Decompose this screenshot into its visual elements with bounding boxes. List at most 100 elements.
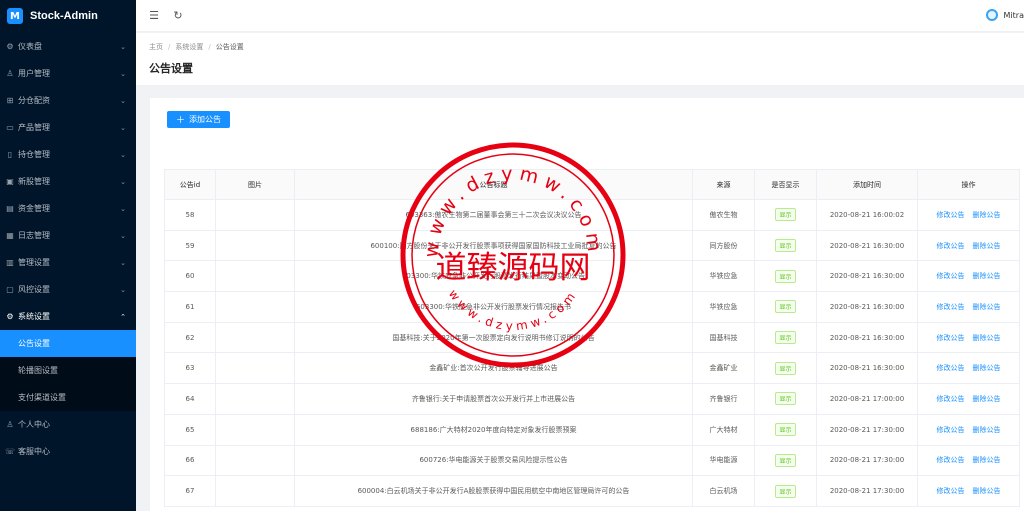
edit-announcement-link[interactable]: 修改公告 [937, 303, 965, 311]
cell-source: 金鑫矿业 [692, 352, 755, 385]
menu-fold-icon[interactable]: ☰ [148, 9, 160, 22]
cell-show: 显示 [754, 260, 817, 293]
cell-image [215, 229, 295, 262]
cell-source: 同方股份 [692, 229, 755, 262]
sidebar-menu: ⚙ 仪表盘 ⌄ ♙ 用户管理 ⌄ ⊞ 分仓配资 ⌄ ▭ 产品管理 ⌄ ▯ 持仓管理 ⌄ ▣ 新股管理 ⌄ ▤ 资金管理… [0, 33, 136, 465]
page-title: 公告设置 [149, 62, 193, 75]
logo-icon: M [7, 8, 23, 24]
sidebar-item-label: 系统设置 [18, 312, 50, 321]
delete-announcement-link[interactable]: 删除公告 [973, 242, 1001, 250]
breadcrumb-home[interactable]: 主页 [149, 42, 163, 52]
status-badge: 显示 [775, 239, 796, 253]
edit-announcement-link[interactable]: 修改公告 [937, 364, 965, 372]
cell-source: 傲农生物 [692, 199, 755, 231]
cell-actions: 修改公告 删除公告 [917, 291, 1020, 323]
add-announcement-button[interactable]: ＋ 添加公告 [167, 111, 230, 128]
sidebar-item-stock[interactable]: ▣ 新股管理 ⌄ [0, 168, 136, 195]
edit-announcement-link[interactable]: 修改公告 [937, 272, 965, 280]
delete-announcement-link[interactable]: 删除公告 [973, 303, 1001, 311]
cell-id: 64 [164, 383, 216, 415]
table-row: 63 金鑫矿业:首次公开发行股票辅导进展公告 金鑫矿业 显示 2020-08-21 16… [164, 352, 1020, 385]
sidebar-item-label: 仪表盘 [18, 42, 42, 51]
position-icon: ▯ [7, 150, 13, 159]
cell-title: 600726:华电能源关于股票交易风险提示性公告 [294, 444, 693, 477]
cell-actions: 修改公告 删除公告 [917, 321, 1020, 354]
cell-time: 2020-08-21 17:30:00 [816, 475, 918, 507]
sidebar-item-org[interactable]: ⊞ 分仓配资 ⌄ [0, 87, 136, 114]
status-badge: 显示 [775, 453, 796, 467]
sidebar-item-risk[interactable]: ▢ 风控设置 ⌄ [0, 276, 136, 303]
sidebar-item-position[interactable]: ▯ 持仓管理 ⌄ [0, 141, 136, 168]
delete-announcement-link[interactable]: 删除公告 [973, 334, 1001, 342]
sidebar-item-money[interactable]: ▤ 资金管理 ⌄ [0, 195, 136, 222]
submenu-item[interactable]: 轮播图设置 [0, 357, 136, 384]
table-row: 66 600726:华电能源关于股票交易风险提示性公告 华电能源 显示 2020-08-… [164, 444, 1020, 477]
chevron-up-icon: ⌃ [120, 312, 126, 321]
user-menu[interactable]: Mitra [985, 9, 1024, 21]
sidebar-item-user-group[interactable]: ♙ 用户管理 ⌄ [0, 60, 136, 87]
refresh-icon[interactable]: ↻ [172, 9, 184, 22]
plus-icon: ＋ [175, 116, 185, 126]
status-badge: 显示 [775, 269, 796, 283]
status-badge: 显示 [775, 423, 796, 437]
cell-image [215, 383, 295, 415]
edit-announcement-link[interactable]: 修改公告 [937, 242, 965, 250]
edit-announcement-link[interactable]: 修改公告 [937, 395, 965, 403]
delete-announcement-link[interactable]: 删除公告 [973, 456, 1001, 464]
delete-announcement-link[interactable]: 删除公告 [973, 426, 1001, 434]
cell-time: 2020-08-21 16:30:00 [816, 260, 918, 293]
delete-announcement-link[interactable]: 删除公告 [973, 272, 1001, 280]
cell-time: 2020-08-21 17:30:00 [816, 444, 918, 477]
breadcrumb-current: 公告设置 [215, 43, 244, 51]
column-header: 是否显示 [754, 169, 817, 200]
table-row: 59 600100:同方股份关于非公开发行股票事项获得国家国防科技工业局批复的公告… [164, 229, 1020, 262]
breadcrumb-system[interactable]: 系统设置 [175, 42, 203, 52]
person-icon: ♙ [6, 420, 14, 429]
submenu-item[interactable]: 公告设置 [0, 330, 136, 357]
user-group-icon: ♙ [6, 69, 14, 78]
cell-show: 显示 [754, 383, 817, 415]
cell-show: 显示 [754, 229, 817, 262]
sidebar-item-label: 风控设置 [18, 285, 50, 294]
cell-title: 688186:广大特材2020年度向特定对象发行股票预案 [294, 413, 693, 446]
brand[interactable]: M Stock-Admin [0, 0, 136, 32]
delete-announcement-link[interactable]: 删除公告 [973, 395, 1001, 403]
table-row: 61 603300:华铁应急非公开发行股票发行情况报告书 华铁应急 显示 2020-08… [164, 291, 1020, 323]
sidebar-item-log[interactable]: ▦ 日志管理 ⌄ [0, 222, 136, 249]
table-row: 67 600004:白云机场关于非公开发行A股股票获得中国民用航空中南地区管理局许… [164, 475, 1020, 507]
cell-source: 华铁应急 [692, 260, 755, 293]
sidebar-item-person[interactable]: ♙ 个人中心 [0, 411, 136, 438]
cell-source: 国基科技 [692, 321, 755, 354]
avatar [985, 9, 998, 21]
chevron-down-icon: ⌄ [120, 285, 126, 294]
sidebar-item-service[interactable]: ☏ 客服中心 [0, 438, 136, 465]
submenu-item[interactable]: 支付渠道设置 [0, 384, 136, 411]
product-icon: ▭ [6, 123, 14, 132]
cell-actions: 修改公告 删除公告 [917, 199, 1020, 231]
sidebar-item-label: 产品管理 [18, 123, 50, 132]
cell-image [215, 413, 295, 446]
cell-time: 2020-08-21 16:30:00 [816, 352, 918, 385]
cell-actions: 修改公告 删除公告 [917, 475, 1020, 507]
delete-announcement-link[interactable]: 删除公告 [973, 364, 1001, 372]
cell-time: 2020-08-21 17:00:00 [816, 383, 918, 415]
chevron-down-icon: ⌄ [120, 42, 126, 51]
cell-id: 61 [164, 291, 216, 323]
cell-id: 58 [164, 199, 216, 231]
delete-announcement-link[interactable]: 删除公告 [973, 211, 1001, 219]
gear-icon: ⚙ [6, 312, 14, 321]
cell-time: 2020-08-21 16:30:00 [816, 229, 918, 262]
edit-announcement-link[interactable]: 修改公告 [937, 211, 965, 219]
delete-announcement-link[interactable]: 删除公告 [973, 487, 1001, 495]
cell-image [215, 199, 295, 231]
edit-announcement-link[interactable]: 修改公告 [937, 456, 965, 464]
sidebar-item-dashboard[interactable]: ⚙ 仪表盘 ⌄ [0, 33, 136, 60]
sidebar-item-manage[interactable]: ▥ 管理设置 ⌄ [0, 249, 136, 276]
sidebar-item-label: 资金管理 [18, 204, 50, 213]
edit-announcement-link[interactable]: 修改公告 [937, 334, 965, 342]
sidebar-item-product[interactable]: ▭ 产品管理 ⌄ [0, 114, 136, 141]
table-row: 58 603363:傲农生物第二届董事会第三十二次会议决议公告 傲农生物 显示 2020… [164, 199, 1020, 231]
edit-announcement-link[interactable]: 修改公告 [937, 426, 965, 434]
edit-announcement-link[interactable]: 修改公告 [937, 487, 965, 495]
sidebar-item-gear[interactable]: ⚙ 系统设置 ⌃ [0, 303, 136, 330]
